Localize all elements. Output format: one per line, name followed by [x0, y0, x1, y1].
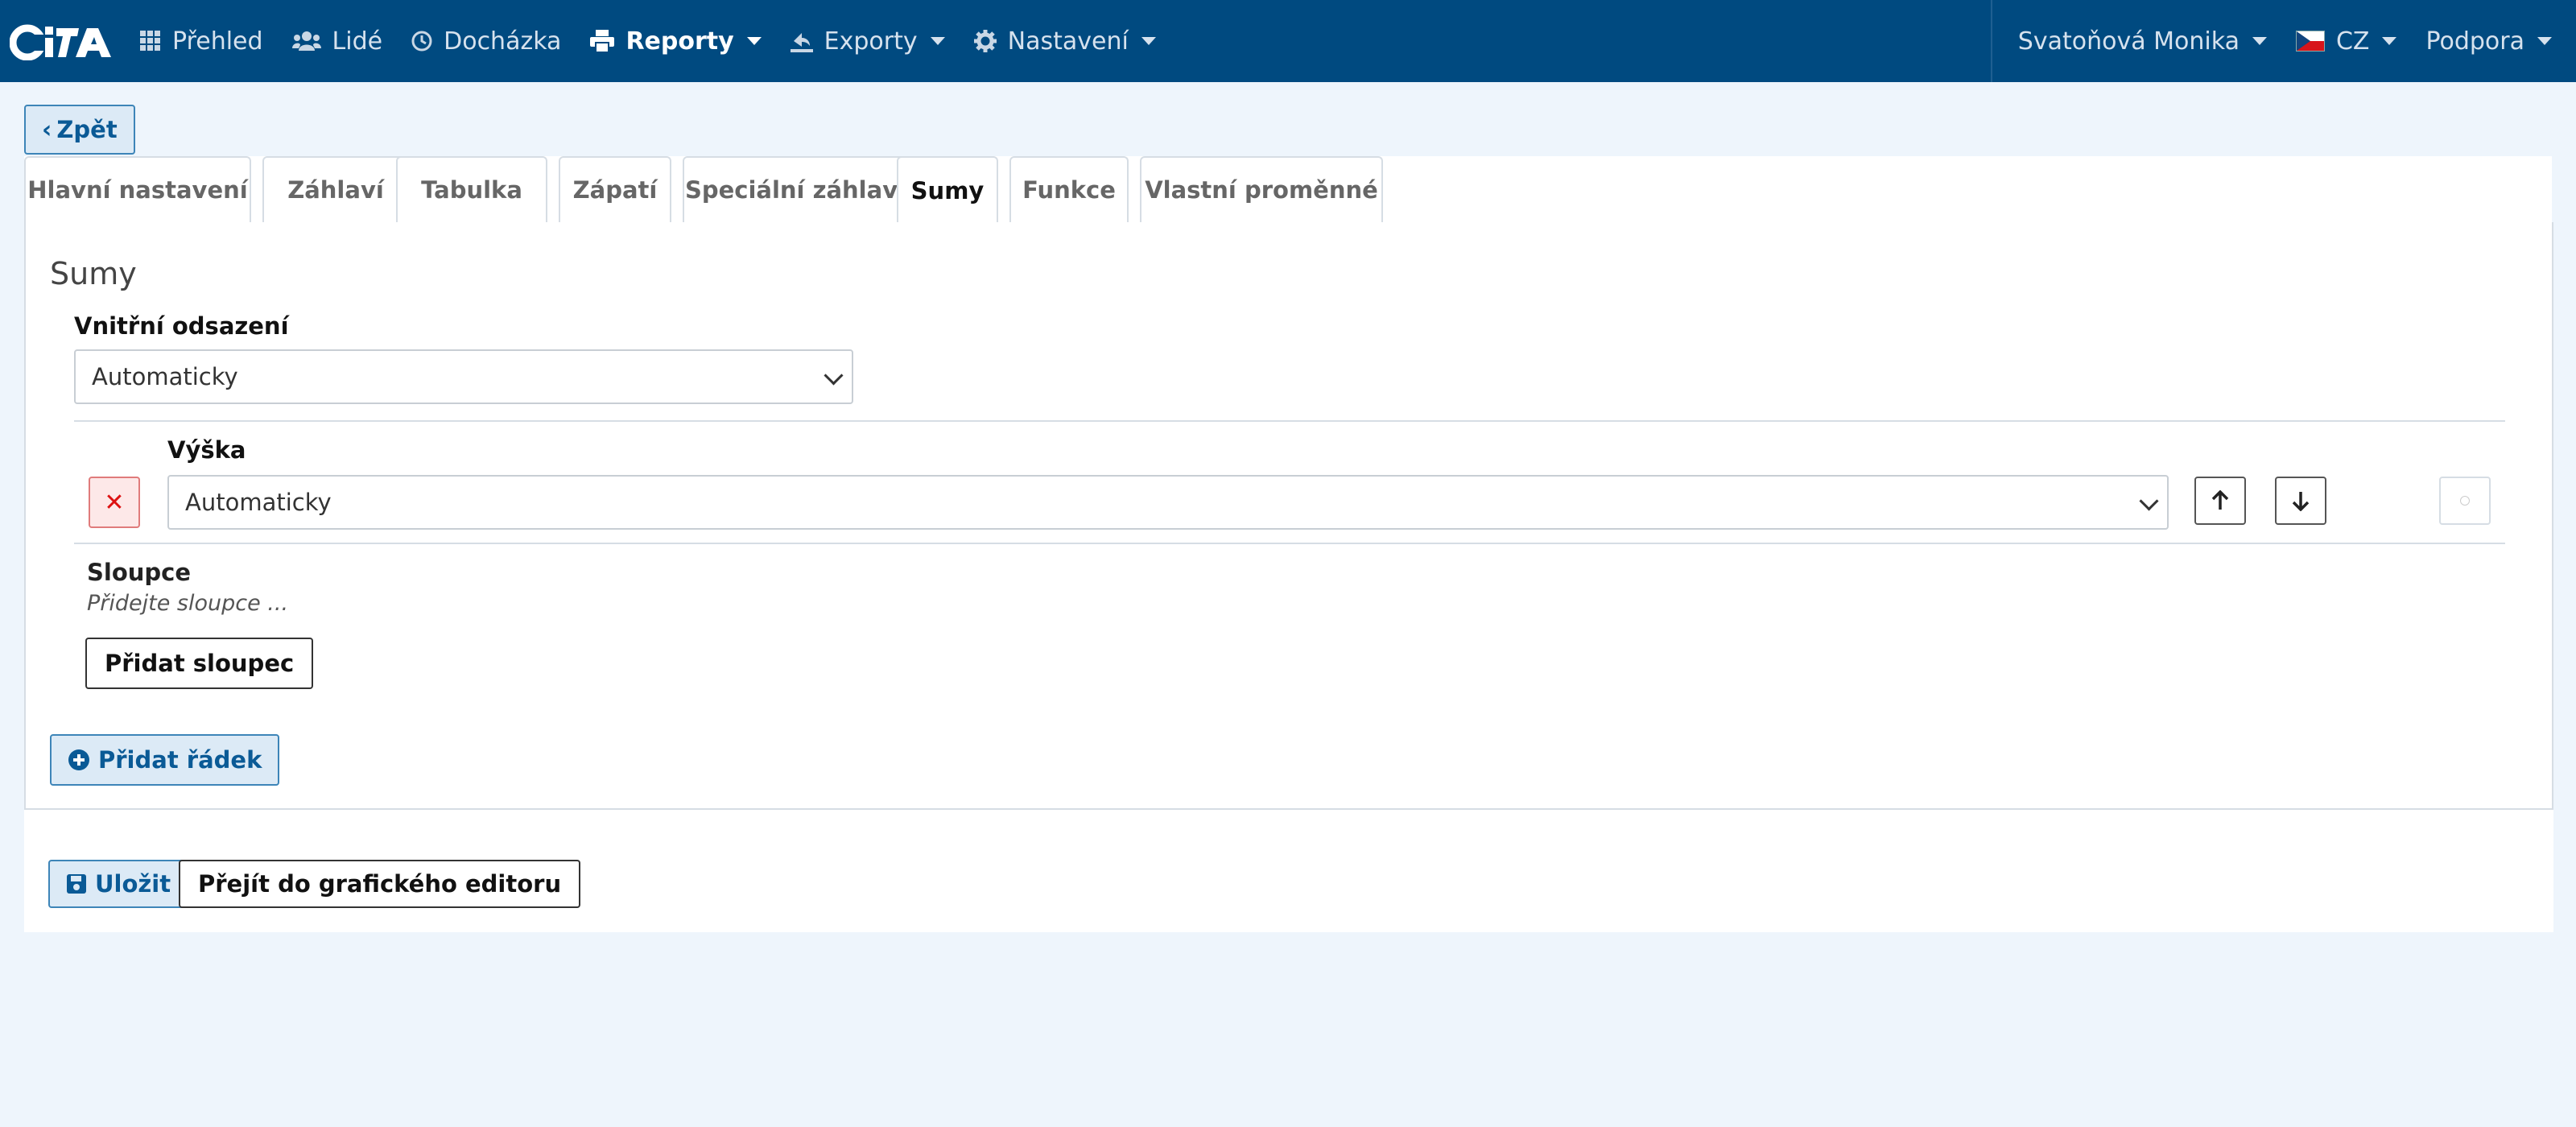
- tab-hlavni-nastaveni[interactable]: Hlavní nastavení: [24, 156, 251, 222]
- nav-item-prehled[interactable]: Přehled: [126, 0, 278, 82]
- nav-item-label: Reporty: [625, 27, 734, 56]
- tab-label: Hlavní nastavení: [27, 176, 248, 204]
- footer-actions: Uložit Přejít do grafického editoru: [24, 810, 2553, 932]
- caret-down-icon: [2252, 37, 2267, 45]
- language-menu[interactable]: CZ: [2281, 0, 2412, 82]
- add-row-label: Přidat řádek: [98, 746, 262, 774]
- row-settings-button[interactable]: [2439, 477, 2491, 525]
- gear-icon: [973, 30, 997, 52]
- cita-logo[interactable]: [0, 0, 126, 82]
- nav-right-group: Svatoňová Monika CZ Podpora: [1990, 0, 2576, 82]
- save-button[interactable]: Uložit: [48, 860, 189, 908]
- save-label: Uložit: [95, 870, 171, 898]
- top-navbar: Přehled Lidé Docházka Reporty Exporty Na…: [0, 0, 2576, 82]
- height-label: Výška: [167, 436, 246, 464]
- user-name: Svatoňová Monika: [2017, 27, 2240, 56]
- tab-label: Zápatí: [572, 176, 658, 204]
- close-icon: ✕: [104, 488, 125, 517]
- divider: [74, 420, 2505, 422]
- czech-flag-icon: [2295, 31, 2325, 52]
- divider: [74, 543, 2505, 544]
- clock-icon: [411, 31, 432, 52]
- nav-item-label: Docházka: [444, 27, 562, 56]
- section-title: Sumy: [50, 256, 137, 291]
- delete-row-button[interactable]: ✕: [89, 477, 140, 528]
- tab-label: Tabulka: [421, 176, 522, 204]
- user-menu[interactable]: Svatoňová Monika: [2004, 0, 2281, 82]
- arrow-down-icon: [2292, 492, 2310, 511]
- tab-label: Funkce: [1022, 176, 1116, 204]
- caret-down-icon: [746, 37, 762, 45]
- tab-zahlavi[interactable]: Záhlaví: [262, 156, 409, 222]
- nav-item-dochazka[interactable]: Docházka: [397, 0, 576, 82]
- nav-item-exporty[interactable]: Exporty: [776, 0, 960, 82]
- tabs-bar: Hlavní nastavení Záhlaví Tabulka Zápatí …: [24, 156, 2552, 224]
- chevron-left-icon: ‹: [42, 115, 52, 144]
- columns-placeholder: Přidejte sloupce ...: [87, 591, 289, 616]
- floppy-disk-icon: [66, 873, 87, 894]
- tab-label: Sumy: [910, 177, 985, 204]
- move-up-button[interactable]: [2194, 477, 2246, 525]
- back-label: Zpět: [56, 116, 118, 143]
- print-icon: [590, 30, 615, 52]
- caret-down-icon: [930, 37, 945, 45]
- tab-label: Vlastní proměnné: [1145, 176, 1378, 204]
- nav-item-label: Nastavení: [1007, 27, 1129, 56]
- tab-zapati[interactable]: Zápatí: [559, 156, 671, 222]
- nav-item-label: Přehled: [172, 27, 263, 56]
- graphic-editor-button[interactable]: Přejít do grafického editoru: [179, 860, 581, 908]
- plus-circle-icon: [68, 749, 90, 771]
- tab-vlastni-promenne[interactable]: Vlastní proměnné: [1140, 156, 1383, 222]
- padding-select[interactable]: Automaticky: [74, 349, 853, 404]
- add-column-button[interactable]: Přidat sloupec: [85, 638, 314, 689]
- caret-down-icon: [2537, 37, 2552, 45]
- caret-down-icon: [1141, 37, 1156, 45]
- support-label: Podpora: [2425, 27, 2524, 56]
- export-icon: [790, 30, 813, 52]
- graphic-editor-label: Přejít do grafického editoru: [198, 870, 562, 898]
- columns-label: Sloupce: [87, 559, 192, 586]
- tab-label: Záhlaví: [287, 176, 384, 204]
- tab-specialni-zahlavi[interactable]: Speciální záhlaví: [683, 156, 908, 222]
- padding-label: Vnitřní odsazení: [74, 312, 289, 340]
- padding-select-value: Automaticky: [92, 363, 238, 390]
- tab-tabulka[interactable]: Tabulka: [396, 156, 547, 222]
- caret-down-icon: [2382, 37, 2397, 45]
- nav-item-nastaveni[interactable]: Nastavení: [960, 0, 1170, 82]
- tab-sumy[interactable]: Sumy: [897, 156, 998, 224]
- tab-funkce[interactable]: Funkce: [1009, 156, 1129, 222]
- users-icon: [291, 31, 321, 52]
- support-menu[interactable]: Podpora: [2411, 0, 2576, 82]
- tab-label: Speciální záhlaví: [684, 176, 906, 204]
- chevron-down-icon: [824, 365, 844, 386]
- move-down-button[interactable]: [2275, 477, 2326, 525]
- back-button[interactable]: ‹ Zpět: [24, 105, 135, 155]
- grid-icon: [140, 31, 161, 52]
- sums-panel: Sumy Vnitřní odsazení Automaticky Výška …: [24, 222, 2553, 810]
- chevron-down-icon: [2139, 491, 2159, 511]
- circle-icon: [2460, 496, 2470, 506]
- height-select-value: Automaticky: [185, 489, 332, 516]
- nav-item-label: Exporty: [824, 27, 918, 56]
- arrow-up-icon: [2211, 490, 2229, 510]
- nav-item-lide[interactable]: Lidé: [278, 0, 398, 82]
- nav-item-reporty[interactable]: Reporty: [576, 0, 775, 82]
- language-label: CZ: [2335, 27, 2370, 56]
- nav-item-label: Lidé: [332, 27, 383, 56]
- add-row-button[interactable]: Přidat řádek: [50, 734, 280, 786]
- add-column-label: Přidat sloupec: [105, 650, 295, 677]
- height-select[interactable]: Automaticky: [167, 475, 2169, 530]
